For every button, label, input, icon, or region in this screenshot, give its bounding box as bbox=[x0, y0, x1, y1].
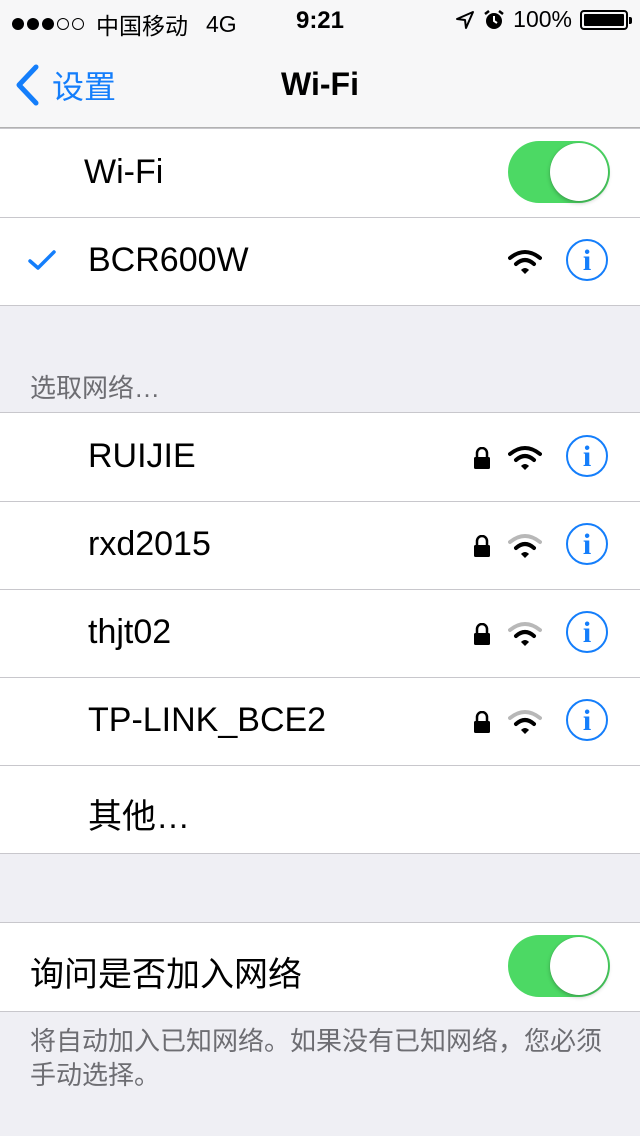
network-name: thjt02 bbox=[88, 613, 172, 651]
wifi-toggle-row: Wi-Fi bbox=[0, 129, 640, 217]
ask-join-toggle[interactable] bbox=[508, 935, 610, 997]
battery-icon bbox=[580, 9, 632, 30]
status-right: 100% bbox=[455, 6, 632, 33]
wifi-icon bbox=[508, 710, 542, 734]
section-header: 选取网络… bbox=[30, 373, 161, 403]
lock-icon bbox=[474, 447, 490, 469]
connected-network-name: BCR600W bbox=[88, 241, 249, 279]
network-row[interactable]: RUIJIE i bbox=[0, 413, 640, 501]
alarm-icon bbox=[484, 9, 504, 29]
wifi-toggle-label: Wi-Fi bbox=[84, 153, 164, 191]
info-button[interactable]: i bbox=[566, 239, 608, 281]
network-row[interactable]: TP-LINK_BCE2 i bbox=[0, 677, 640, 765]
other-network-row[interactable]: 其他… bbox=[0, 765, 640, 853]
status-bar: 中国移动 4G 9:21 100% bbox=[0, 0, 640, 40]
toggle-knob bbox=[550, 937, 608, 995]
network-name: rxd2015 bbox=[88, 525, 211, 563]
toggle-knob bbox=[550, 143, 608, 201]
page-title: Wi-Fi bbox=[281, 66, 359, 102]
info-button[interactable]: i bbox=[566, 699, 608, 741]
wifi-group: Wi-Fi BCR600W i bbox=[0, 128, 640, 306]
location-arrow-icon bbox=[456, 10, 475, 29]
navigation-bar: 设置 Wi-Fi bbox=[0, 40, 640, 128]
ask-join-row: 询问是否加入网络 bbox=[0, 923, 640, 1011]
network-row[interactable]: thjt02 i bbox=[0, 589, 640, 677]
network-name: RUIJIE bbox=[88, 437, 196, 475]
footer-note: 将自动加入已知网络。如果没有已知网络，您必须手动选择。 bbox=[30, 1026, 603, 1090]
lock-icon bbox=[474, 711, 490, 733]
battery-percent: 100% bbox=[513, 6, 572, 32]
wifi-icon bbox=[508, 446, 542, 470]
info-button[interactable]: i bbox=[566, 435, 608, 477]
check-icon bbox=[28, 250, 56, 270]
wifi-icon bbox=[508, 534, 542, 558]
ask-join-label: 询问是否加入网络 bbox=[30, 956, 302, 994]
ask-join-group: 询问是否加入网络 bbox=[0, 922, 640, 1012]
connected-network-row[interactable]: BCR600W i bbox=[0, 217, 640, 305]
network-name: TP-LINK_BCE2 bbox=[88, 701, 327, 739]
wifi-icon bbox=[508, 622, 542, 646]
lock-icon bbox=[474, 535, 490, 557]
info-button[interactable]: i bbox=[566, 523, 608, 565]
network-list: RUIJIE i rxd2015 i thjt02 i TP-LINK_BCE2… bbox=[0, 412, 640, 854]
network-row[interactable]: rxd2015 i bbox=[0, 501, 640, 589]
lock-icon bbox=[474, 623, 490, 645]
wifi-toggle[interactable] bbox=[508, 141, 610, 203]
info-button[interactable]: i bbox=[566, 611, 608, 653]
wifi-icon bbox=[508, 250, 542, 274]
other-network-label: 其他… bbox=[88, 798, 190, 836]
